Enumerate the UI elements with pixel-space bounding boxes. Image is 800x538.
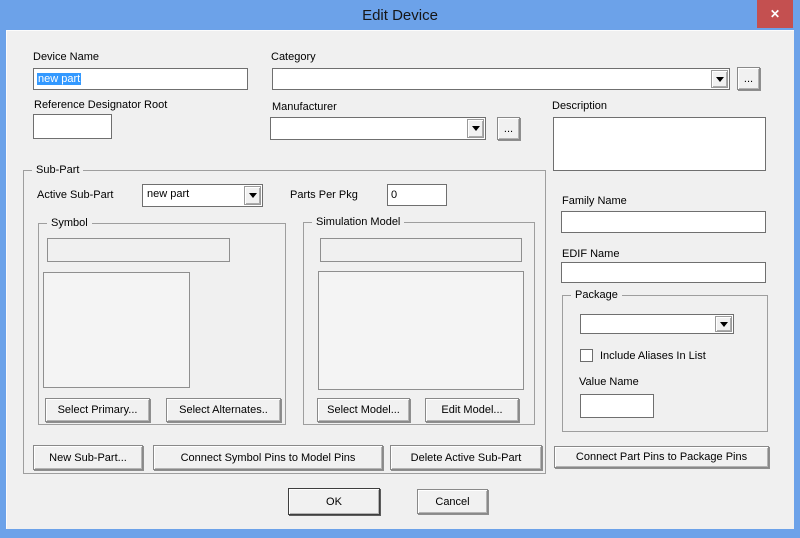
description-label: Description (552, 100, 607, 113)
chevron-down-icon (720, 322, 728, 327)
category-browse-button[interactable]: ... (737, 67, 760, 90)
select-primary-button[interactable]: Select Primary... (45, 398, 150, 422)
active-sub-part-dropdown-button[interactable] (244, 186, 261, 205)
active-sub-part-value: new part (147, 188, 240, 200)
symbol-preview (43, 272, 190, 388)
edif-name-label: EDIF Name (562, 248, 619, 261)
close-button[interactable]: ✕ (757, 0, 793, 28)
chevron-down-icon (249, 193, 257, 198)
category-label: Category (271, 51, 316, 64)
edit-device-dialog: Edit Device ✕ Device Name new part Categ… (0, 0, 800, 538)
symbol-name-field (47, 238, 230, 262)
include-aliases-checkbox[interactable] (580, 349, 593, 362)
device-name-label: Device Name (33, 51, 99, 64)
simulation-model-preview (318, 271, 524, 390)
parts-per-pkg-label: Parts Per Pkg (290, 189, 358, 202)
sub-part-group-label: Sub-Part (32, 164, 83, 177)
reference-designator-root-input[interactable] (33, 114, 112, 139)
parts-per-pkg-input[interactable]: 0 (387, 184, 447, 206)
package-group-label: Package (571, 289, 622, 302)
chevron-down-icon (716, 77, 724, 82)
package-dropdown-button[interactable] (715, 316, 732, 332)
manufacturer-dropdown[interactable] (270, 117, 486, 140)
family-name-input[interactable] (561, 211, 766, 233)
new-sub-part-button[interactable]: New Sub-Part... (33, 445, 143, 470)
select-model-button[interactable]: Select Model... (317, 398, 410, 422)
dialog-title: Edit Device (362, 7, 438, 24)
category-dropdown[interactable] (272, 68, 730, 90)
delete-active-sub-part-button[interactable]: Delete Active Sub-Part (390, 445, 542, 470)
manufacturer-dropdown-button[interactable] (467, 119, 484, 138)
cancel-button[interactable]: Cancel (417, 489, 488, 514)
connect-symbol-pins-button[interactable]: Connect Symbol Pins to Model Pins (153, 445, 383, 470)
package-dropdown[interactable] (580, 314, 734, 334)
simulation-model-group-label: Simulation Model (312, 216, 404, 229)
manufacturer-label: Manufacturer (272, 101, 337, 114)
value-name-label: Value Name (579, 376, 639, 389)
reference-designator-root-label: Reference Designator Root (34, 99, 167, 112)
edif-name-input[interactable] (561, 262, 766, 283)
description-textarea[interactable] (553, 117, 766, 171)
active-sub-part-dropdown[interactable]: new part (142, 184, 263, 207)
device-name-input[interactable]: new part (33, 68, 248, 90)
select-alternates-button[interactable]: Select Alternates.. (166, 398, 281, 422)
ok-button[interactable]: OK (288, 488, 380, 515)
close-icon: ✕ (770, 7, 780, 21)
chevron-down-icon (472, 126, 480, 131)
include-aliases-label: Include Aliases In List (600, 350, 706, 363)
connect-part-pins-button[interactable]: Connect Part Pins to Package Pins (554, 446, 769, 468)
symbol-group-label: Symbol (47, 217, 92, 230)
active-sub-part-label: Active Sub-Part (37, 189, 113, 202)
device-name-value: new part (37, 73, 81, 85)
value-name-input[interactable] (580, 394, 654, 418)
category-dropdown-button[interactable] (711, 70, 728, 88)
edit-model-button[interactable]: Edit Model... (425, 398, 519, 422)
simulation-model-name-field (320, 238, 522, 262)
manufacturer-browse-button[interactable]: ... (497, 117, 520, 140)
title-bar: Edit Device (0, 0, 800, 30)
family-name-label: Family Name (562, 195, 627, 208)
